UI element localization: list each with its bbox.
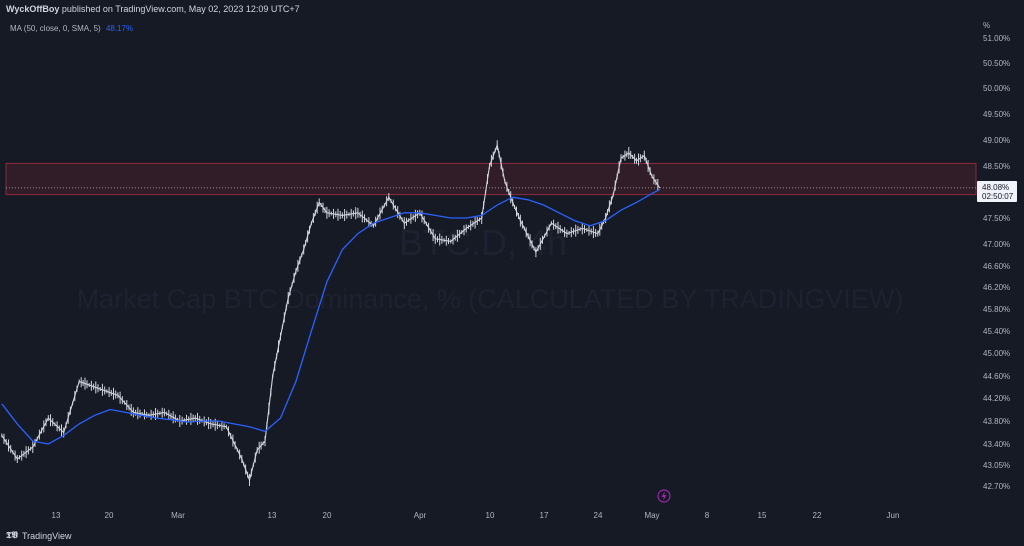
x-tick-label: 20 xyxy=(323,511,332,520)
last-price-box: 48.08% 02:50:07 xyxy=(977,181,1017,202)
price-chart[interactable]: BTC.D, 4h Market Cap BTC Dominance, % (C… xyxy=(0,0,1024,546)
x-tick-label: Apr xyxy=(414,511,427,520)
y-tick-label: 43.40% xyxy=(983,440,1010,449)
brand-name: TradingView xyxy=(21,530,72,541)
tradingview-logo-icon: 𝕿𝖁 xyxy=(6,530,18,540)
y-tick-label: 44.60% xyxy=(983,372,1010,381)
ma-legend[interactable]: MA (50, close, 0, SMA, 5) 48.17% xyxy=(10,24,133,33)
y-tick-label: 43.80% xyxy=(983,417,1010,426)
resistance-zone-rect[interactable] xyxy=(5,162,977,196)
last-price-value: 48.08% xyxy=(982,183,1009,192)
watermark-symbol: BTC.D, 4h xyxy=(399,222,567,263)
y-tick-label: 47.50% xyxy=(983,214,1010,223)
tradingview-footer[interactable]: 𝕿𝖁 TradingView xyxy=(6,530,71,541)
y-axis[interactable]: 51.00% 50.50% 50.00% 49.50% 49.00% 48.50% 48.0… xyxy=(983,34,1010,491)
y-tick-label: 47.00% xyxy=(983,240,1010,249)
x-tick-label: 8 xyxy=(705,511,710,520)
y-tick-label: 42.70% xyxy=(983,482,1010,491)
x-tick-label: Mar xyxy=(171,511,185,520)
x-tick-label: 10 xyxy=(486,511,495,520)
y-tick-label: 50.00% xyxy=(983,84,1010,93)
y-tick-label: 44.20% xyxy=(983,394,1010,403)
y-tick-label: 48.50% xyxy=(983,162,1010,171)
y-tick-label: 49.50% xyxy=(983,110,1010,119)
y-tick-label: 50.50% xyxy=(983,59,1010,68)
y-tick-label: 49.00% xyxy=(983,136,1010,145)
y-tick-label: 51.00% xyxy=(983,34,1010,43)
x-tick-label: 15 xyxy=(758,511,767,520)
x-axis[interactable]: 13 20 Mar 13 20 Apr 10 17 24 May 8 15 22 Jun xyxy=(52,511,900,520)
ma-value: 48.17% xyxy=(105,24,134,33)
x-tick-label: 20 xyxy=(105,511,114,520)
ma-label: MA (50, close, 0, SMA, 5) xyxy=(10,24,101,33)
x-tick-label: 24 xyxy=(594,511,603,520)
x-tick-label: 22 xyxy=(813,511,822,520)
y-tick-label: 46.20% xyxy=(983,283,1010,292)
publisher-name[interactable]: WyckOffBoy xyxy=(6,4,59,14)
y-tick-label: 43.05% xyxy=(983,461,1010,470)
y-tick-label: 46.60% xyxy=(983,262,1010,271)
resistance-zone[interactable] xyxy=(5,162,977,196)
flash-icon[interactable] xyxy=(657,489,671,503)
axis-unit-label: % xyxy=(983,21,991,30)
bar-countdown: 02:50:07 xyxy=(982,192,1014,201)
x-tick-label: 17 xyxy=(540,511,549,520)
x-tick-label: May xyxy=(644,511,659,520)
x-tick-label: Jun xyxy=(887,511,900,520)
chart-window: BTC.D, 4h Market Cap BTC Dominance, % (C… xyxy=(0,0,1024,546)
watermark-title: Market Cap BTC Dominance, % (CALCULATED … xyxy=(77,284,904,314)
y-tick-label: 45.40% xyxy=(983,327,1010,336)
publish-info: WyckOffBoy published on TradingView.com,… xyxy=(6,4,300,14)
publish-details: published on TradingView.com, May 02, 20… xyxy=(61,4,300,14)
x-tick-label: 13 xyxy=(52,511,61,520)
watermark: BTC.D, 4h Market Cap BTC Dominance, % (C… xyxy=(77,222,904,314)
y-tick-label: 45.80% xyxy=(983,305,1010,314)
y-tick-label: 45.00% xyxy=(983,349,1010,358)
x-tick-label: 13 xyxy=(268,511,277,520)
